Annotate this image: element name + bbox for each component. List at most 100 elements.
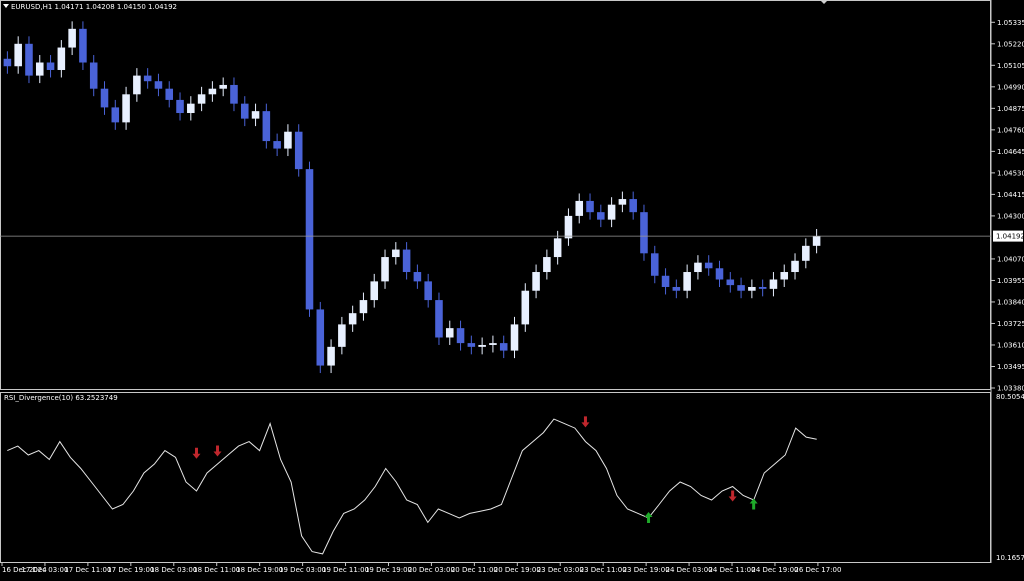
candle-body: [176, 99, 184, 114]
current-price-tag: 1.04192: [993, 230, 1024, 242]
time-tick-label: 17 Dec 03:00: [21, 566, 68, 574]
candle-body: [89, 62, 98, 89]
price-tick-label: 1.05220: [997, 40, 1024, 48]
current-price-label: 1.04192: [996, 233, 1024, 241]
candle-body: [187, 103, 195, 114]
candle-body: [456, 328, 465, 344]
candle-body: [607, 204, 616, 220]
candle-body: [327, 346, 335, 366]
price-tick-label: 1.04875: [997, 105, 1024, 113]
time-tick-label: 24 Dec 19:00: [751, 566, 798, 574]
candle-body: [316, 309, 325, 366]
candle-body: [305, 169, 314, 310]
candle-body: [802, 245, 810, 261]
candle-body: [122, 94, 130, 123]
candle-body: [359, 300, 368, 314]
main-chart-frame: [0, 0, 991, 390]
candle-body: [68, 28, 76, 48]
candle-body: [273, 141, 281, 149]
candle-body: [284, 131, 292, 149]
candle-body: [14, 43, 22, 67]
time-tick-label: 23 Dec 11:00: [580, 566, 627, 574]
bearish-arrow-icon: [728, 490, 737, 502]
candle-body: [672, 286, 681, 291]
candle-body: [510, 324, 519, 351]
candle-body: [392, 249, 400, 258]
candle-body: [467, 343, 476, 347]
candle-body: [230, 84, 238, 104]
time-tick-label: 19 Dec 19:00: [365, 566, 412, 574]
candle-body: [812, 236, 821, 246]
candle-body: [478, 344, 486, 347]
candle-body: [704, 262, 713, 269]
candle-body: [348, 313, 357, 325]
time-axis: 16 Dec 202417 Dec 03:0017 Dec 11:0017 De…: [1, 563, 841, 574]
candle-body: [370, 281, 379, 301]
bearish-arrow-icon: [213, 445, 222, 457]
scroll-marker-icon[interactable]: [820, 0, 828, 4]
candle-body: [35, 62, 44, 76]
time-tick-label: 17 Dec 11:00: [64, 566, 111, 574]
time-tick-label: 18 Dec 11:00: [193, 566, 240, 574]
candle-body: [57, 47, 66, 70]
candle-body: [240, 103, 249, 119]
candle-body: [758, 286, 767, 289]
candle-body: [726, 279, 735, 286]
candle-body: [294, 131, 303, 170]
candle-body: [219, 84, 227, 89]
candle-body: [564, 215, 573, 239]
candle-body: [208, 88, 217, 95]
candle-body: [435, 300, 443, 338]
price-tick-label: 1.04990: [997, 83, 1024, 91]
time-tick-label: 26 Dec 17:00: [794, 566, 841, 574]
candle-body: [100, 88, 109, 108]
price-tick-label: 1.04415: [997, 191, 1024, 199]
time-tick-label: 20 Dec 03:00: [408, 566, 455, 574]
price-tick-label: 1.04645: [997, 148, 1024, 156]
main-chart-header: EURUSD,H1 1.04171 1.04208 1.04150 1.0419…: [11, 3, 177, 11]
candle-body: [381, 257, 389, 282]
time-tick-label: 23 Dec 03:00: [537, 566, 584, 574]
candle-body: [618, 199, 627, 205]
candle-body: [586, 200, 594, 213]
candle-body: [597, 212, 605, 220]
rsi-series: [7, 418, 817, 555]
indicator-header: RSI_Divergence(10) 63.2523749: [4, 394, 118, 402]
price-tick-label: 1.05335: [997, 19, 1024, 27]
candle-body: [46, 62, 55, 70]
candle-body: [413, 272, 422, 282]
candle-body: [683, 272, 691, 291]
price-tick-label: 1.04300: [997, 212, 1024, 220]
candle-body: [575, 200, 584, 216]
time-tick-label: 18 Dec 19:00: [236, 566, 283, 574]
price-tick-label: 1.04070: [997, 255, 1024, 263]
candle-body: [543, 257, 551, 273]
candle-body: [143, 75, 152, 82]
indicator-min-label: 10.165795: [996, 554, 1024, 562]
candle-body: [402, 249, 411, 273]
candle-body: [748, 286, 756, 291]
candle-body: [629, 199, 637, 213]
price-tick-label: 1.03610: [997, 341, 1024, 349]
time-tick-label: 19 Dec 11:00: [322, 566, 369, 574]
candle-body: [165, 88, 174, 100]
price-tick-label: 1.03955: [997, 277, 1024, 285]
collapse-triangle-icon[interactable]: [3, 4, 9, 8]
candle-body: [737, 285, 745, 291]
time-tick-label: 18 Dec 03:00: [150, 566, 197, 574]
candle-body: [154, 81, 163, 89]
rsi-line: [7, 418, 817, 555]
candle-body: [25, 43, 33, 76]
candle-body: [197, 94, 206, 104]
candle-body: [532, 272, 540, 291]
time-tick-label: 19 Dec 03:00: [279, 566, 326, 574]
time-tick-label: 20 Dec 11:00: [451, 566, 498, 574]
candle-body: [262, 111, 271, 142]
candle-body: [640, 212, 648, 254]
indicator-max-label: 80.505418: [996, 393, 1024, 401]
chart-window[interactable]: EURUSD,H1 1.04171 1.04208 1.04150 1.0419…: [0, 0, 1024, 577]
bearish-arrow-icon: [581, 416, 590, 428]
candlestick-series: [3, 21, 821, 374]
candle-body: [769, 279, 778, 289]
price-tick-label: 1.05105: [997, 62, 1024, 70]
